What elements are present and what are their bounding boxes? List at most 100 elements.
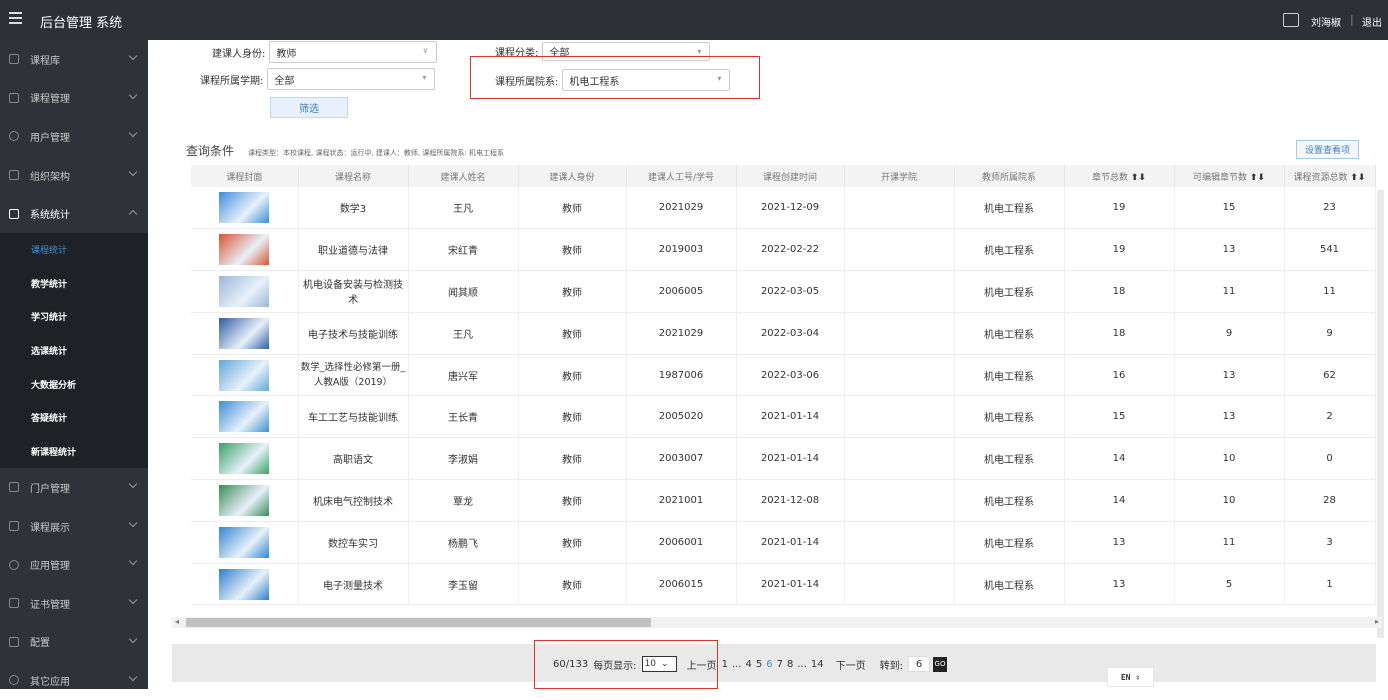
cell-chapters: 16 xyxy=(1064,354,1175,397)
cell-id: 2021029 xyxy=(626,187,737,230)
table-row[interactable]: 机电设备安装与检测技术 闻其顺 教师 2006005 2022-03-05 机电工程系 18… xyxy=(191,270,1376,313)
cell-chapters: 13 xyxy=(1064,563,1175,606)
table-row[interactable]: 数控车实习 杨鹏飞 教师 2006001 2021-01-14 机电工程系 13 11 3 xyxy=(191,521,1376,564)
chevron-down-icon xyxy=(128,672,138,682)
course-cover-image[interactable] xyxy=(219,359,270,391)
sidebar-submenu: 课程统计 教学统计 学习统计 选课统计 大数据分析 答疑统计 新课程统计 xyxy=(0,232,148,469)
header-label: 课程资源总数 xyxy=(1293,172,1348,183)
sidebar-item-config[interactable]: 配置 xyxy=(0,623,148,662)
cell-college xyxy=(844,563,955,606)
filter-label: 建课人身份: xyxy=(212,48,266,60)
ime-indicator[interactable]: EN ⇳ xyxy=(1107,667,1154,687)
sidebar-item-course-library[interactable]: 课程库 xyxy=(0,40,148,79)
course-cover-image[interactable] xyxy=(219,526,270,558)
config-icon xyxy=(9,636,19,647)
course-cover-image[interactable] xyxy=(219,568,270,600)
course-cover-image[interactable] xyxy=(219,401,270,433)
cell-cover xyxy=(191,312,299,355)
go-button[interactable]: GO xyxy=(933,656,948,672)
sidebar-subitem-new-course-stats[interactable]: 新课程统计 xyxy=(0,435,148,469)
course-cover-image[interactable] xyxy=(219,275,270,307)
cell-id: 2005020 xyxy=(626,395,737,439)
sidebar-item-other-apps[interactable]: 其它应用 xyxy=(0,661,148,700)
goto-page-input[interactable]: 6 xyxy=(908,656,931,672)
cell-creator: 杨鹏飞 xyxy=(408,521,519,564)
cell-dept: 机电工程系 xyxy=(954,479,1065,522)
cell-created: 2022-03-05 xyxy=(736,270,845,313)
table-row[interactable]: 车工工艺与技能训练 王长青 教师 2005020 2021-01-14 机电工程系 15 13… xyxy=(191,395,1376,439)
course-cover-image[interactable] xyxy=(219,484,270,516)
col-header-resources[interactable]: 课程资源总数 ⬆⬇ xyxy=(1284,165,1376,187)
skin-icon[interactable] xyxy=(1283,13,1299,27)
header-label: 章节总数 xyxy=(1092,172,1129,183)
sidebar-item-system-stats[interactable]: 系统统计 xyxy=(0,194,148,233)
settings-view-button[interactable]: 设置查看项 xyxy=(1296,140,1359,159)
next-page-link[interactable]: 下一页 xyxy=(836,657,866,672)
sort-icon[interactable]: ⬆⬇ xyxy=(1350,173,1365,183)
user-name[interactable]: 刘海椒 xyxy=(1311,14,1341,29)
cell-course-name: 电子测量技术 xyxy=(298,563,409,606)
chevron-down-icon xyxy=(128,518,138,527)
hamburger-menu-icon[interactable] xyxy=(9,12,22,25)
main-content: 建课人身份: 教师 ∨ 课程分类: 全部 ▾ 课程所属学期: 全部 ▾ 课程所属院系:… xyxy=(148,40,1388,689)
cell-dept: 机电工程系 xyxy=(954,228,1065,272)
sidebar-item-course-display[interactable]: 课程展示 xyxy=(0,507,148,546)
chevron-down-icon xyxy=(128,90,138,99)
sidebar-item-course-management[interactable]: 课程管理 xyxy=(0,79,148,118)
page-link[interactable]: 5 xyxy=(756,659,762,670)
table-row[interactable]: 高职语文 李淑娟 教师 2003007 2021-01-14 机电工程系 14 10 0 xyxy=(191,437,1376,481)
page-link[interactable]: 14 xyxy=(811,659,824,670)
horizontal-scrollbar[interactable]: ◂ ▸ xyxy=(172,617,1382,628)
sidebar-subitem-teaching-stats[interactable]: 教学统计 xyxy=(0,267,148,301)
col-header-created: 课程创建时间 xyxy=(736,165,845,187)
scroll-right-arrow-icon[interactable]: ▸ xyxy=(1375,617,1379,626)
semester-select[interactable]: 全部 ▾ xyxy=(267,68,436,90)
page-link[interactable]: 1 xyxy=(722,659,728,670)
col-header-editable[interactable]: 可编辑章节数 ⬆⬇ xyxy=(1174,165,1285,187)
sidebar-item-certificates[interactable]: 证书管理 xyxy=(0,584,148,623)
table-row[interactable]: 电子技术与技能训练 王凡 教师 2021029 2022-03-04 机电工程系 18 9 9 xyxy=(191,312,1376,355)
sidebar-item-app-management[interactable]: 应用管理 xyxy=(0,545,148,584)
sidebar-subitem-qa-stats[interactable]: 答疑统计 xyxy=(0,401,148,435)
scrollbar-thumb[interactable] xyxy=(186,618,651,627)
sidebar-subitem-learning-stats[interactable]: 学习统计 xyxy=(0,300,148,334)
cell-id: 2021001 xyxy=(626,479,737,522)
book-icon xyxy=(9,92,19,103)
cell-editable: 10 xyxy=(1174,437,1285,481)
table-row[interactable]: 职业道德与法律 宋红青 教师 2019003 2022-02-22 机电工程系 19 13 54… xyxy=(191,228,1376,272)
course-cover-image[interactable] xyxy=(219,234,270,266)
creator-identity-select[interactable]: 教师 ∨ xyxy=(269,41,438,63)
college-select[interactable]: 机电工程系 ▾ xyxy=(562,69,731,91)
logout-link[interactable]: 退出 xyxy=(1362,14,1382,29)
sidebar-subitem-big-data[interactable]: 大数据分析 xyxy=(0,367,148,401)
cell-identity: 教师 xyxy=(518,563,627,606)
sidebar-item-organization[interactable]: 组织架构 xyxy=(0,156,148,195)
select-value: 教师 xyxy=(276,48,297,60)
scroll-left-arrow-icon[interactable]: ◂ xyxy=(175,617,179,626)
page-link[interactable]: 6 xyxy=(766,659,772,670)
table-row[interactable]: 电子测量技术 李玉留 教师 2006015 2021-01-14 机电工程系 13 5 1 xyxy=(191,563,1376,606)
sidebar-item-label: 其它应用 xyxy=(30,676,70,688)
col-header-chapters[interactable]: 章节总数 ⬆⬇ xyxy=(1064,165,1175,187)
page-link[interactable]: 8 xyxy=(787,659,793,670)
sort-icon[interactable]: ⬆⬇ xyxy=(1250,173,1265,183)
page-link[interactable]: 4 xyxy=(745,659,751,670)
sidebar-subitem-course-stats[interactable]: 课程统计 xyxy=(0,233,148,267)
sidebar-item-user-management[interactable]: 用户管理 xyxy=(0,117,148,156)
sidebar-subitem-enrollment-stats[interactable]: 选课统计 xyxy=(0,334,148,368)
course-cover-image[interactable] xyxy=(219,443,270,475)
table-row[interactable]: 数学3 王凡 教师 2021029 2021-12-09 机电工程系 19 15 23 xyxy=(191,187,1376,230)
table-row[interactable]: 机床电气控制技术 覃龙 教师 2021001 2021-12-08 机电工程系 14 10 28 xyxy=(191,479,1376,522)
course-cover-image[interactable] xyxy=(219,317,270,349)
vertical-scrollbar[interactable] xyxy=(1377,190,1384,638)
page-link[interactable]: 7 xyxy=(777,659,783,670)
sidebar-item-portal[interactable]: 门户管理 xyxy=(0,468,148,507)
cell-creator: 覃龙 xyxy=(408,479,519,522)
cell-college xyxy=(844,354,955,397)
sort-icon[interactable]: ⬆⬇ xyxy=(1131,173,1146,183)
filter-button[interactable]: 筛选 xyxy=(270,97,348,118)
table-row[interactable]: 数学_选择性必修第一册_人教A版（2019） 唐兴军 教师 1987006 2022-0… xyxy=(191,354,1376,397)
chevron-up-icon xyxy=(128,210,138,219)
course-cover-image[interactable] xyxy=(219,192,270,224)
cell-id: 2019003 xyxy=(626,228,737,272)
